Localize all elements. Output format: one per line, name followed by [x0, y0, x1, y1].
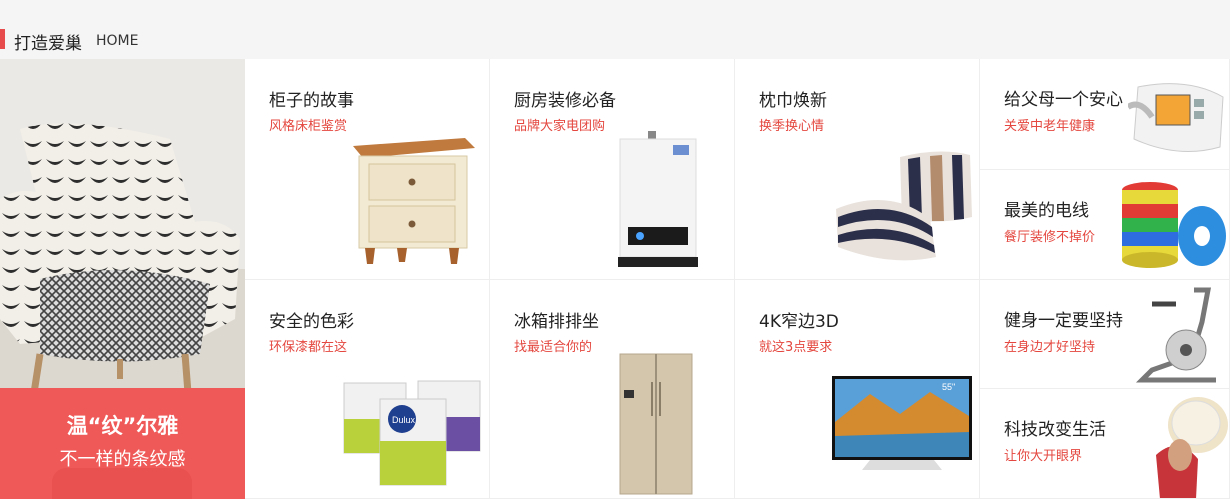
dulux-logo: Dulux: [392, 415, 416, 425]
exercise-bike-image: [1135, 287, 1216, 383]
tile-title: 给父母一个安心: [1004, 90, 1123, 110]
tile-water-heater[interactable]: 厨房装修必备 品牌大家电团购: [490, 59, 735, 280]
tile-title: 厨房装修必备: [514, 91, 616, 111]
tile-title: 最美的电线: [1004, 201, 1089, 221]
tile-nightstand[interactable]: 柜子的故事 风格床柜鉴赏: [245, 59, 490, 280]
tile-subtitle: 让你大开眼界: [1004, 449, 1083, 464]
tile-pillow[interactable]: 枕巾焕新 换季换心情: [735, 59, 980, 280]
tile-subtitle: 餐厅装修不掉价: [1004, 230, 1096, 245]
armchair-image: [0, 123, 240, 399]
tile-title: 健身一定要坚持: [1004, 311, 1123, 331]
blood-pressure-monitor-image: [1128, 83, 1224, 152]
tile-blood-pressure[interactable]: 给父母一个安心 关爱中老年健康: [980, 59, 1230, 170]
section-subtitle: HOME: [96, 33, 139, 49]
tile-subtitle: 在身边才好坚持: [1004, 340, 1096, 355]
tile-tv[interactable]: 4K窄边3D 就这3点要求 55": [735, 280, 980, 499]
tile-refrigerator[interactable]: 冰箱排排坐 找最适合你的: [490, 280, 735, 499]
tile-paint[interactable]: 安全的色彩 环保漆都在这 Dulux: [245, 280, 490, 499]
tile-title: 枕巾焕新: [759, 91, 827, 111]
tile-tech[interactable]: 科技改变生活 让你大开眼界: [980, 389, 1230, 499]
tile-subtitle: 风格床柜鉴赏: [269, 119, 348, 134]
product-grid: 柜子的故事 风格床柜鉴赏 厨房装修必备 品牌大家电团购 枕巾焕新 换季换心情 给…: [245, 59, 1230, 499]
tile-exercise-bike[interactable]: 健身一定要坚持 在身边才好坚持: [980, 280, 1230, 389]
hero-caption: 温“纹”尔雅 不一样的条纹感: [0, 388, 245, 499]
tile-title: 冰箱排排坐: [514, 312, 599, 332]
tile-subtitle: 环保漆都在这: [269, 340, 348, 355]
tv-image: 55": [832, 376, 972, 470]
water-heater-image: [618, 131, 698, 267]
tile-title: 科技改变生活: [1004, 420, 1106, 440]
section-header: 打造爱巢 HOME: [0, 0, 1230, 59]
tile-subtitle: 品牌大家电团购: [514, 119, 606, 134]
tile-title: 4K窄边3D: [759, 312, 839, 332]
vr-headset-image: [1156, 397, 1228, 498]
tile-cables[interactable]: 最美的电线 餐厅装修不掉价: [980, 170, 1230, 280]
refrigerator-image: [619, 353, 693, 495]
tile-subtitle: 关爱中老年健康: [1004, 119, 1096, 134]
nightstand-image: [353, 138, 475, 264]
cable-reels-image: [1122, 182, 1226, 268]
hero-title: 温“纹”尔雅: [66, 414, 179, 438]
pillow-image: [836, 151, 972, 261]
tv-size-badge: 55": [942, 382, 955, 392]
tile-title: 柜子的故事: [269, 91, 354, 111]
hero-banner[interactable]: 温“纹”尔雅 不一样的条纹感: [0, 59, 245, 499]
tile-subtitle: 就这3点要求: [759, 340, 833, 355]
tile-title: 安全的色彩: [269, 312, 354, 332]
section-accent-bar: [0, 29, 5, 49]
hero-tab-shape: [52, 468, 192, 499]
paint-buckets-image: Dulux: [343, 380, 481, 486]
tile-subtitle: 换季换心情: [759, 119, 825, 134]
tile-subtitle: 找最适合你的: [514, 340, 593, 355]
section-title: 打造爱巢: [14, 34, 82, 54]
